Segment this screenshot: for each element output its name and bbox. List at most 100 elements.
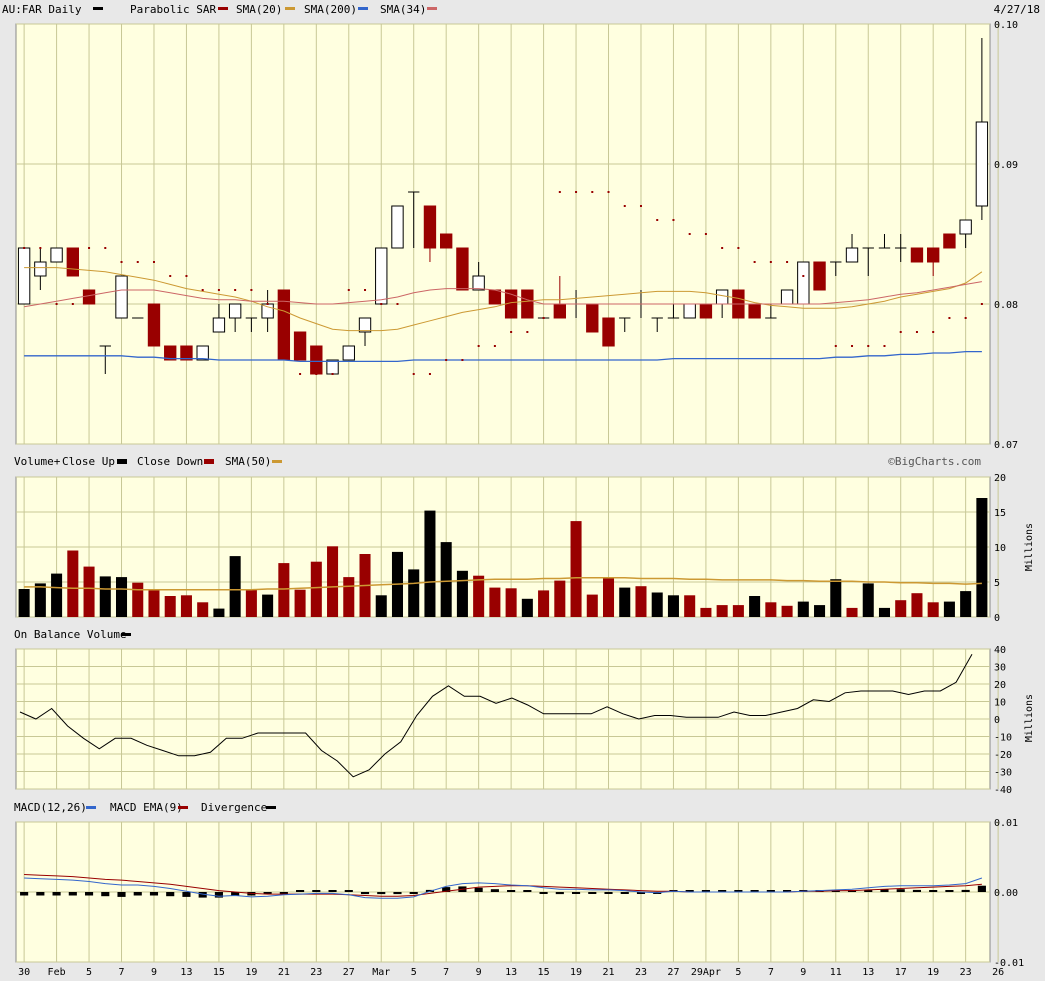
candle-body xyxy=(310,345,323,375)
volume-bar xyxy=(18,589,30,617)
volume-bar xyxy=(651,592,663,617)
sar-dot xyxy=(185,275,188,277)
candle-body xyxy=(277,289,291,361)
on_balance_volume-y-tick-label: 10 xyxy=(994,698,1006,709)
volume-bar xyxy=(34,583,46,617)
sar-dot xyxy=(607,191,610,193)
sar-dot xyxy=(737,247,740,249)
volume-bar xyxy=(846,607,858,617)
volume-bar xyxy=(700,607,712,617)
candle-body xyxy=(456,247,469,291)
x-tick-label: 7 xyxy=(443,967,449,978)
volume-bar xyxy=(424,510,436,617)
candle-body xyxy=(927,247,940,263)
sar-dot xyxy=(915,331,918,333)
volume-bar xyxy=(878,607,891,617)
sar-dot xyxy=(201,289,204,291)
sar-dot xyxy=(899,331,902,333)
macd-divergence-bar xyxy=(344,890,353,892)
sma20-legend-swatch xyxy=(285,7,295,10)
candle-body xyxy=(959,219,972,235)
volume-bar xyxy=(976,498,988,617)
chart-date: 4/27/18 xyxy=(994,3,1040,16)
x-tick-label: Mar xyxy=(372,967,390,978)
x-tick-label: 13 xyxy=(180,967,192,978)
volume-bar xyxy=(310,561,322,617)
sar-dot xyxy=(299,373,302,375)
candle-body xyxy=(293,331,307,361)
sma34-label: SMA(34) xyxy=(380,3,426,16)
volume-bar xyxy=(164,596,176,617)
price-y-tick-label: 0.07 xyxy=(994,440,1018,451)
x-tick-label: 30 xyxy=(18,967,30,978)
macd-divergence-bar xyxy=(68,892,77,896)
sar-dot xyxy=(980,303,983,305)
sar-dot xyxy=(331,373,334,375)
sar-dot xyxy=(883,345,886,347)
candle-body xyxy=(326,359,339,375)
candle-body xyxy=(910,247,924,263)
x-tick-label: 23 xyxy=(960,967,972,978)
candle-body xyxy=(342,345,355,361)
sar-dot xyxy=(120,261,123,263)
candle-body xyxy=(748,303,761,319)
candle-body xyxy=(391,205,404,249)
sar-dot xyxy=(39,247,42,249)
credit-label: ©BigCharts.com xyxy=(888,455,981,468)
on_balance_volume-y-tick-label: -20 xyxy=(994,750,1012,761)
sar-dot xyxy=(526,331,529,333)
sar-dot xyxy=(347,289,350,291)
on_balance_volume-y-tick-label: -40 xyxy=(994,785,1012,796)
volume-bar xyxy=(180,595,192,617)
sar-dot xyxy=(867,345,870,347)
volume-y-tick-label: 10 xyxy=(994,543,1006,554)
macd-divergence-bar xyxy=(945,890,954,892)
volume-bar xyxy=(814,605,826,617)
volume-bar xyxy=(99,576,111,617)
volume-bar xyxy=(732,605,744,617)
macd-divergence-bar xyxy=(133,892,142,896)
sar-dot xyxy=(558,191,561,193)
volume-bar xyxy=(456,570,468,617)
chart-canvas: AU:FAR Daily Parabolic SAR SMA(20) SMA(2… xyxy=(0,0,1045,981)
sar-dot xyxy=(818,275,821,277)
volume-bar xyxy=(67,550,79,617)
macd-divergence-bar xyxy=(588,892,597,894)
sar-dot xyxy=(510,331,513,333)
x-tick-label: 23 xyxy=(635,967,647,978)
close-up-swatch xyxy=(117,459,127,464)
volume-sma-label: SMA(50) xyxy=(225,455,271,468)
volume-bar xyxy=(781,605,793,617)
x-tick-label: 23 xyxy=(310,967,322,978)
candle-body xyxy=(66,247,79,277)
volume-bar xyxy=(797,601,809,617)
sar-dot xyxy=(948,317,951,319)
sar-dot xyxy=(932,331,935,333)
macd-y-tick-label: 0.00 xyxy=(994,888,1018,899)
sar-dot xyxy=(88,247,91,249)
on_balance_volume-y-tick-label: 20 xyxy=(994,680,1006,691)
macd-swatch xyxy=(86,806,96,809)
volume-bar xyxy=(830,579,842,617)
volume-y-tick-label: 5 xyxy=(994,578,1000,589)
candle-body xyxy=(440,233,453,249)
sar-dot xyxy=(412,373,415,375)
x-tick-label: 7 xyxy=(768,967,774,978)
candle-body xyxy=(358,317,372,333)
sar-dot xyxy=(266,303,269,305)
candle-body xyxy=(780,289,794,305)
macd-divergence-bar xyxy=(214,892,223,898)
macd-panel: 0.010.00-0.01 xyxy=(15,818,1024,969)
candle-body xyxy=(212,317,226,333)
sar-dot xyxy=(656,219,659,221)
candle-body xyxy=(115,275,128,319)
sar-dot xyxy=(234,289,237,291)
sar-dot xyxy=(136,261,139,263)
volume-bar xyxy=(554,580,566,617)
volume-bar xyxy=(619,587,631,617)
volume-bar xyxy=(278,563,290,617)
on_balance_volume-y-tick-label: -10 xyxy=(994,733,1012,744)
candle-body xyxy=(147,303,161,347)
macd-divergence-bar xyxy=(360,892,370,895)
price-y-tick-label: 0.08 xyxy=(994,300,1018,311)
